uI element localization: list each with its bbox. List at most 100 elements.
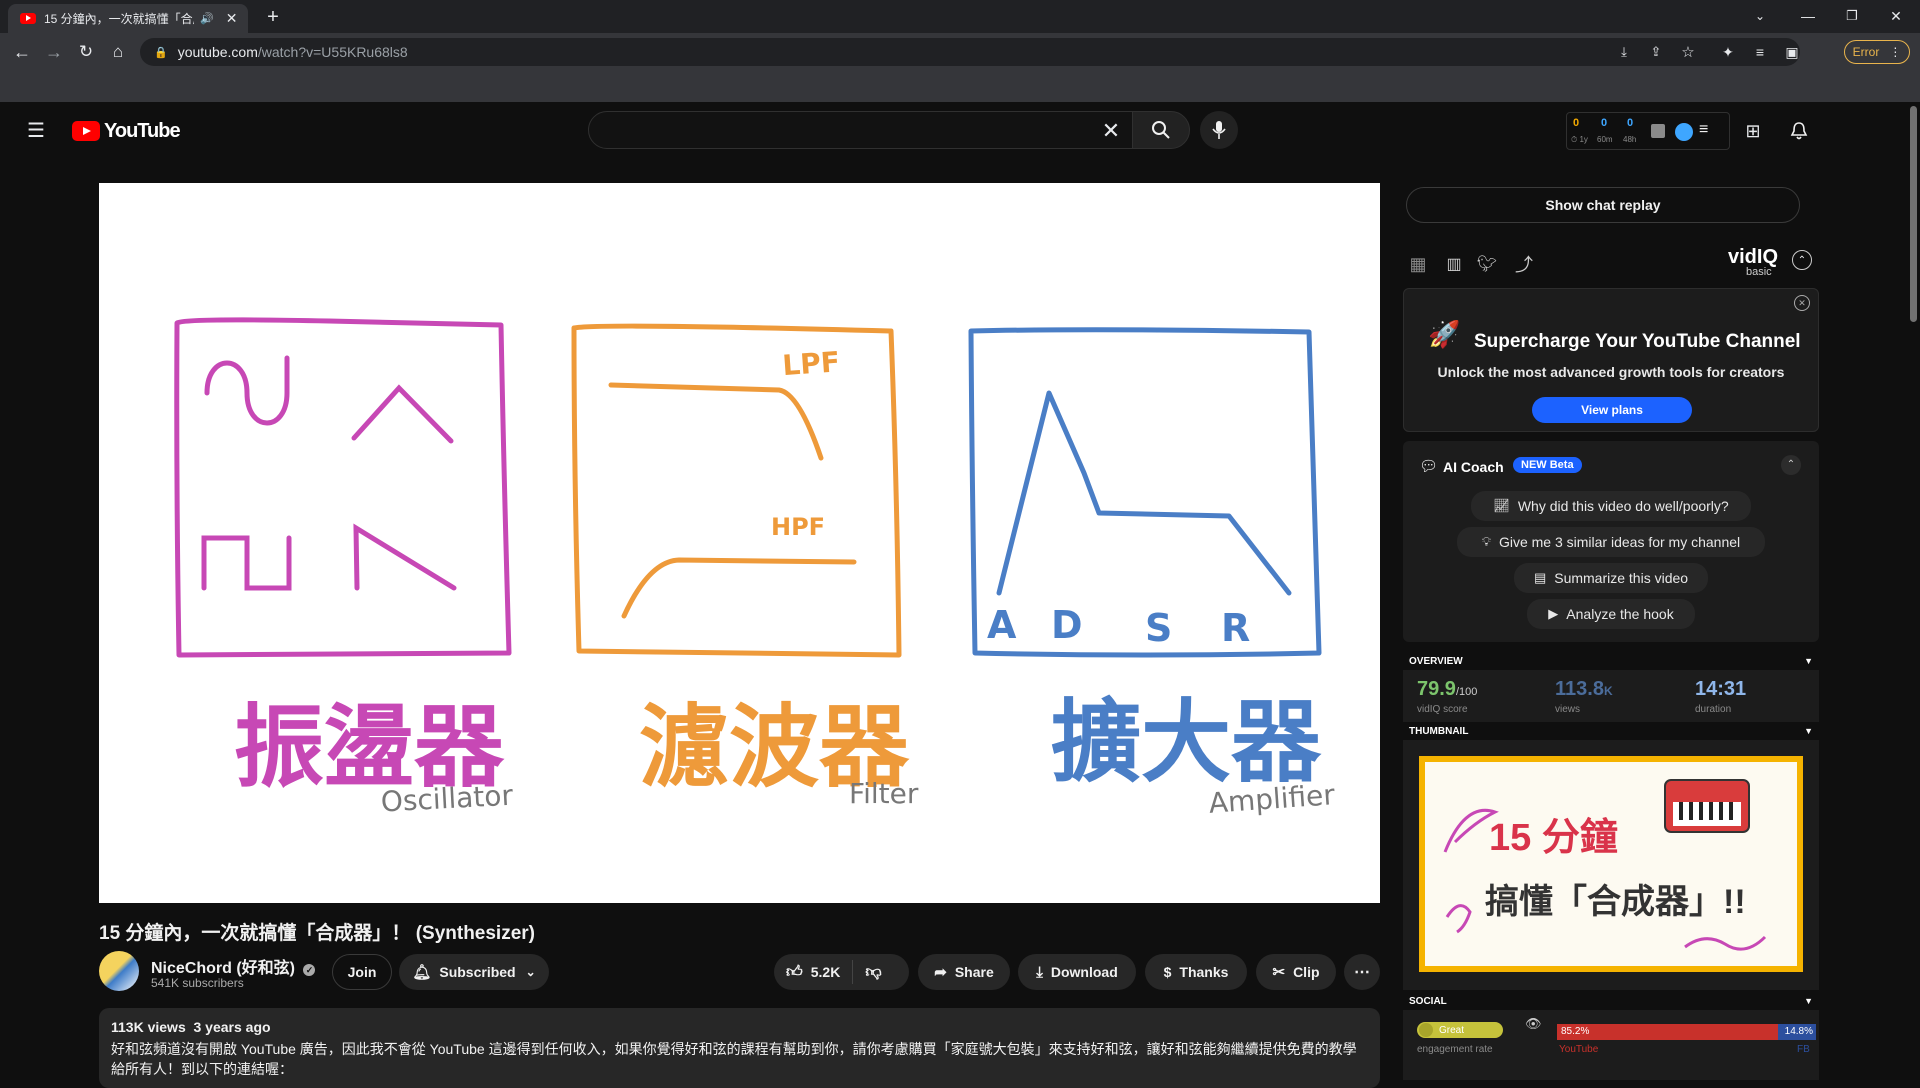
url-host: youtube.com [177, 44, 258, 60]
join-button[interactable]: Join [332, 954, 392, 990]
bookmark-star-icon[interactable]: ☆ [1678, 42, 1698, 62]
dislike-button[interactable]: 👎︎ [853, 963, 881, 982]
install-icon[interactable]: ⤓ [1614, 42, 1634, 62]
verified-check-icon: ✓ [303, 964, 316, 976]
tab-close-icon[interactable]: ✕ [226, 10, 238, 27]
new-tab-icon[interactable]: + [262, 6, 284, 28]
ai-question-ideas[interactable]: 💡︎ Give me 3 similar ideas for my channe… [1457, 527, 1765, 557]
scrollbar-thumb[interactable] [1910, 106, 1917, 322]
vidiq-collapse-icon[interactable]: ⌃ [1792, 250, 1812, 270]
stat-1y-value: 0 [1573, 117, 1580, 129]
eye-icon[interactable]: 👁︎ [1525, 1016, 1542, 1032]
stat-48h-value: 0 [1627, 117, 1634, 129]
description-box[interactable]: 113K views 3 years ago 好和弦頻道沒有開啟 YouTube… [99, 1008, 1380, 1088]
adsr-envelope [996, 390, 1292, 596]
chevron-down-icon: ⌄ [525, 965, 536, 979]
clear-search-icon[interactable]: ✕ [1098, 118, 1124, 144]
clip-button[interactable]: ✂ Clip [1256, 954, 1336, 990]
ai-question-hook[interactable]: ▶ Analyze the hook [1527, 599, 1695, 629]
youtube-share-label: YouTube [1559, 1044, 1599, 1055]
filter-en-label: Filter [849, 777, 919, 810]
score-suffix: /100 [1455, 686, 1478, 698]
fb-share-label: FB [1797, 1044, 1810, 1055]
channel-avatar[interactable] [99, 951, 139, 991]
page-scrollbar[interactable] [1907, 102, 1920, 1080]
saw-wave-shape [353, 523, 457, 591]
vidiq-list-icon: ≡ [1699, 121, 1709, 138]
close-window-icon[interactable]: ✕ [1884, 4, 1908, 28]
media-control-icon[interactable]: ≡ [1750, 42, 1770, 62]
browser-tab[interactable]: 15 分鐘內，一次就搞懂「合成 🔊 ✕ [8, 4, 248, 33]
ai-question-why-label: Why did this video do well/poorly? [1517, 498, 1729, 514]
ai-coach-collapse-icon[interactable]: ⌃ [1781, 455, 1801, 475]
channel-name-text: NiceChord (好和弦) [151, 960, 296, 977]
restore-icon[interactable]: ❐ [1840, 4, 1864, 28]
ai-question-summarize[interactable]: ▤ Summarize this video [1514, 563, 1708, 593]
promo-close-icon[interactable]: ✕ [1794, 295, 1810, 311]
ai-coach-title: AI Coach [1443, 459, 1504, 475]
more-actions-button[interactable]: ⋯ [1344, 954, 1380, 990]
reload-icon[interactable]: ↻ [74, 40, 98, 64]
search-button[interactable] [1132, 111, 1190, 149]
search-icon [1152, 121, 1170, 139]
notifications-bell-icon[interactable] [1786, 118, 1812, 144]
video-player[interactable]: LPF HPF A D S R 振盪器 Oscillator 濾波器 Filte… [99, 183, 1380, 903]
thumbs-up-icon: 👍︎ [786, 963, 803, 981]
view-plans-button[interactable]: View plans [1532, 397, 1692, 423]
ai-coach-icon: 💬︎ [1419, 458, 1439, 475]
vidiq-logo-text: vidIQ [1728, 246, 1779, 268]
youtube-play-icon [72, 121, 100, 141]
tab-audio-icon[interactable]: 🔊 [200, 12, 214, 25]
share-page-icon[interactable]: ⇪ [1646, 42, 1666, 62]
lightbulb-icon: 💡︎ [1481, 534, 1491, 549]
microphone-icon [1212, 121, 1226, 139]
join-label: Join [347, 964, 377, 980]
vidiq-header-stats[interactable]: 0 ⏱ 1y 0 60m 0 48h ≡ [1566, 112, 1730, 150]
social-header[interactable]: SOCIAL ▼ [1403, 992, 1819, 1010]
hpf-label: HPF [771, 513, 825, 541]
views-stat: 113.8K [1555, 678, 1613, 701]
tab-search-icon[interactable]: ⌄ [1750, 6, 1770, 26]
overview-label: OVERVIEW [1409, 655, 1463, 667]
error-button[interactable]: Error ⋮ [1844, 40, 1910, 64]
promo-card: ✕ 🚀 Supercharge Your YouTube Channel Unl… [1403, 288, 1819, 432]
trending-icon[interactable]: ⤴ [1511, 253, 1537, 275]
download-button[interactable]: ⤓ Download [1018, 954, 1136, 990]
thumbnail-header[interactable]: THUMBNAIL ▼ [1403, 722, 1819, 740]
like-button[interactable]: 👍︎ 5.2K [774, 960, 854, 984]
bookmark-bar [0, 71, 1920, 103]
thumbnail-image[interactable]: 15 分鐘 搞懂「合成器」!! [1419, 756, 1803, 972]
overview-caret-icon: ▼ [1804, 656, 1813, 666]
address-bar[interactable]: 🔒 youtube.com /watch?v=U55KRu68ls8 [140, 38, 1800, 66]
voice-search-button[interactable] [1200, 111, 1238, 149]
twitter-icon[interactable]: 🐦︎ [1476, 253, 1498, 275]
url-path: /watch?v=U55KRu68ls8 [257, 44, 408, 60]
like-dislike-group: 👍︎ 5.2K 👎︎ [774, 954, 909, 990]
rocket-icon: 🚀 [1428, 319, 1461, 349]
social-body: Great engagement rate 👁︎ 85.2% 14.8% You… [1403, 1010, 1819, 1080]
vidiq-stats-icon[interactable]: ▥ [1443, 253, 1465, 275]
show-chat-replay-button[interactable]: Show chat replay [1406, 187, 1800, 223]
minimize-icon[interactable]: — [1796, 4, 1820, 28]
side-panel-icon[interactable]: ▣ [1782, 42, 1802, 62]
home-icon[interactable]: ⌂ [106, 40, 130, 64]
ai-question-why[interactable]: 📈︎ Why did this video do well/poorly? [1471, 491, 1751, 521]
overview-header[interactable]: OVERVIEW ▼ [1403, 652, 1819, 670]
channel-name[interactable]: NiceChord (好和弦) ✓ [151, 954, 316, 978]
vidiq-logo[interactable]: vidIQ basic [1728, 246, 1778, 278]
subscribed-button[interactable]: 🔔︎ Subscribed ⌄ [399, 954, 549, 990]
share-button[interactable]: ➦ Share [918, 954, 1010, 990]
vidiq-grid-icon[interactable]: ▦ [1407, 253, 1429, 275]
search-input[interactable] [588, 111, 1152, 149]
forward-icon[interactable]: → [42, 40, 66, 64]
thanks-button[interactable]: $ Thanks [1145, 954, 1247, 990]
create-video-icon[interactable]: ⊞ [1740, 118, 1766, 144]
score-value: 79.9 [1417, 678, 1456, 700]
hamburger-menu-icon[interactable]: ☰ [24, 118, 48, 142]
like-count: 5.2K [810, 964, 841, 980]
youtube-logo[interactable]: YouTube [72, 120, 181, 142]
adsr-d: D [1051, 603, 1083, 647]
back-icon[interactable]: ← [10, 40, 34, 64]
thanks-icon: $ [1163, 964, 1172, 980]
extensions-icon[interactable]: ✦ [1718, 42, 1738, 62]
